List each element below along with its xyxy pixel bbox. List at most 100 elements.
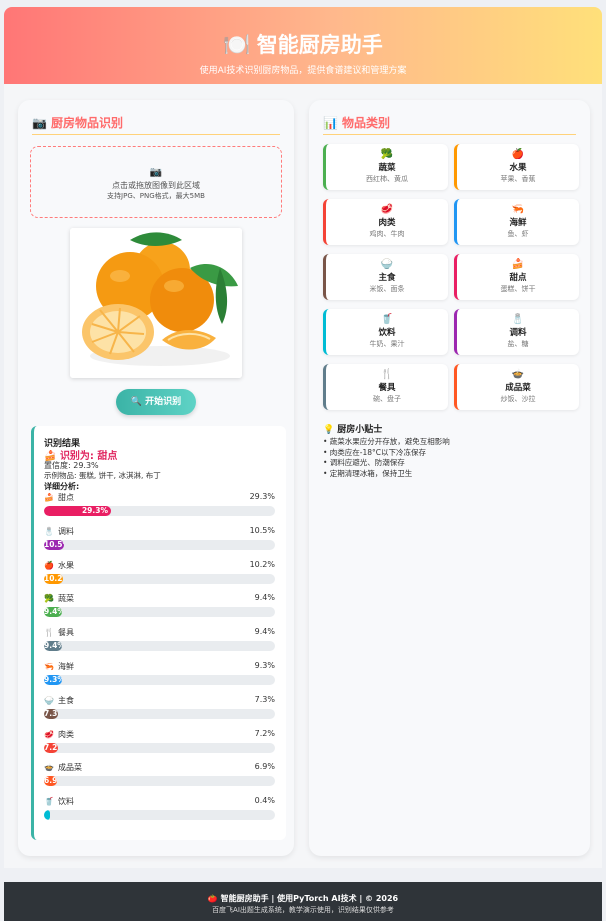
tips-title-text: 厨房小贴士 bbox=[337, 425, 383, 435]
category-icon: 🍚 bbox=[380, 259, 394, 270]
probability-bar-fill: 9.3% bbox=[44, 675, 62, 685]
categories-title-text: 物品类别 bbox=[341, 116, 390, 130]
category-examples: 碗、盘子 bbox=[373, 395, 401, 403]
upload-instruction: 点击或拖放图像到此区域 bbox=[112, 181, 200, 190]
category-examples: 苹果、香蕉 bbox=[500, 175, 536, 183]
probability-category-name: 饮料 bbox=[57, 797, 74, 807]
category-name: 餐具 bbox=[378, 383, 396, 393]
probability-category: 🥦 蔬菜 bbox=[44, 593, 74, 604]
probability-bar-fill: 6.9% bbox=[44, 776, 58, 787]
probability-bar-track: 10.5% bbox=[44, 539, 275, 550]
probability-bar-fill: 10.2% bbox=[44, 573, 64, 584]
category-icon: 🍰 bbox=[511, 259, 525, 270]
probability-row: 🍚主食 7.3% 7.3% bbox=[44, 695, 275, 723]
categories-title: 📊 物品类别 bbox=[323, 114, 576, 131]
probability-category-name: 调料 bbox=[57, 526, 74, 536]
category-icon: 🍎 bbox=[511, 149, 525, 160]
category-examples: 盐、糖 bbox=[507, 340, 529, 348]
category-card[interactable]: 🍲 成品菜炒饭、沙拉 bbox=[454, 364, 579, 410]
category-card[interactable]: 🥩 肉类 鸡肉、牛肉 bbox=[323, 199, 448, 245]
app-subtitle: 使用AI技术识别厨房物品，提供食谱建议和管理方案 bbox=[199, 66, 407, 76]
category-examples: 炒饭、沙拉 bbox=[500, 395, 536, 403]
probability-category: 🍴 餐具 bbox=[44, 627, 74, 638]
category-card[interactable]: 🍴 餐具碗、盘子 bbox=[323, 364, 448, 410]
category-examples: 牛奶、果汁 bbox=[369, 340, 405, 348]
recognition-panel: 📷厨房物品识别 📷 点击或拖放图像到此区域 支持JPG、PNG格式，最大5MB bbox=[18, 100, 294, 856]
category-icon: 🍴 bbox=[44, 628, 54, 638]
category-icon: 🍰 bbox=[44, 493, 54, 502]
orange-photo bbox=[70, 228, 242, 378]
kitchen-tips: 💡 厨房小贴士 • 蔬菜水果应分开存放，避免互相影响 • 肉类应在-18°C以下冷… bbox=[323, 422, 578, 479]
probability-bar-fill: 29.3% bbox=[44, 506, 111, 516]
category-icon: 🥦 bbox=[44, 594, 54, 604]
category-name: 海鲜 bbox=[509, 218, 527, 228]
probability-category: 🍲 成品菜 bbox=[44, 762, 82, 773]
probability-bar-track: 6.9% bbox=[44, 776, 275, 787]
tip-item: • 调料应避光、防潮保存 bbox=[323, 458, 405, 467]
probability-bar-track bbox=[44, 810, 275, 821]
tips-title: 💡 厨房小贴士 bbox=[323, 422, 578, 435]
category-icon: 🍎 bbox=[44, 560, 54, 570]
category-card[interactable]: 🍎 水果 苹果、香蕉 bbox=[454, 144, 579, 190]
category-examples: 蛋糕、饼干 bbox=[500, 285, 536, 293]
probability-value: 10.5% bbox=[249, 525, 275, 535]
category-icon: 🧂 bbox=[511, 314, 525, 325]
probability-row: 🥦蔬菜 9.4% 9.4% bbox=[44, 593, 275, 621]
probability-bar-fill: 9.4% bbox=[44, 641, 62, 652]
recognition-title-text: 厨房物品识别 bbox=[50, 116, 123, 130]
probability-value: 7.2% bbox=[254, 728, 275, 738]
start-recognition-button[interactable]: 🔍 开始识别 bbox=[116, 389, 196, 415]
category-icon: 🦐 bbox=[44, 662, 54, 671]
probability-row: 🥩肉类 7.2% 7.2% bbox=[44, 729, 275, 757]
probability-category-name: 蔬菜 bbox=[57, 594, 74, 604]
category-icon: 🍲 bbox=[511, 369, 525, 380]
footer-credits: 🍅 智能厨房助手 | 使用PyTorch AI技术 | © 2026 bbox=[207, 894, 399, 903]
category-card[interactable]: 🧂 调料盐、糖 bbox=[454, 309, 579, 355]
probability-category: 🧂 调料 bbox=[44, 526, 74, 537]
probability-bar-track: 29.3% bbox=[44, 506, 275, 516]
category-examples: 米饭、面条 bbox=[369, 285, 405, 293]
uploaded-image-preview bbox=[70, 228, 242, 378]
probability-bar-fill: 7.3% bbox=[44, 708, 58, 719]
probability-value: 6.9% bbox=[254, 762, 275, 772]
category-examples: 西红柿、黄瓜 bbox=[366, 175, 408, 183]
probability-value: 9.4% bbox=[254, 593, 275, 603]
tip-item: • 蔬菜水果应分开存放，避免互相影响 bbox=[323, 437, 450, 446]
probability-bar-track: 7.3% bbox=[44, 708, 275, 719]
category-icon: 🥩 bbox=[44, 729, 54, 739]
category-card[interactable]: 🥦 蔬菜 西红柿、黄瓜 bbox=[323, 144, 448, 190]
category-icon: 🥩 bbox=[380, 204, 394, 215]
probability-value: 10.2% bbox=[249, 559, 275, 569]
probability-bar-fill: 10.5% bbox=[44, 539, 64, 550]
category-examples: 鸡肉、牛肉 bbox=[369, 230, 405, 238]
probability-category-name: 主食 bbox=[57, 695, 74, 705]
divider bbox=[323, 134, 576, 135]
probability-category-name: 成品菜 bbox=[57, 763, 82, 773]
category-name: 成品菜 bbox=[505, 383, 531, 393]
category-icon: 🍴 bbox=[380, 369, 394, 380]
details-label: 详细分析: bbox=[44, 482, 80, 491]
probability-value: 29.3% bbox=[249, 492, 275, 501]
upload-dropzone[interactable]: 📷 点击或拖放图像到此区域 支持JPG、PNG格式，最大5MB bbox=[30, 146, 282, 218]
probability-category-name: 肉类 bbox=[57, 729, 74, 739]
category-card[interactable]: 🍚 主食 米饭、面条 bbox=[323, 254, 448, 300]
category-card[interactable]: 🦐 海鲜 鱼、虾 bbox=[454, 199, 579, 245]
category-icon: 🍲 bbox=[44, 763, 54, 773]
probability-category-name: 海鲜 bbox=[57, 662, 74, 671]
category-name: 饮料 bbox=[378, 328, 396, 338]
probability-bar-track: 9.4% bbox=[44, 607, 275, 618]
upload-format-hint: 支持JPG、PNG格式，最大5MB bbox=[107, 192, 205, 200]
recognition-title: 📷 厨房物品识别 bbox=[32, 114, 280, 131]
category-name: 调料 bbox=[509, 328, 527, 338]
camera-icon: 📷 bbox=[149, 167, 163, 178]
probability-bar-track: 10.2% bbox=[44, 573, 275, 584]
probability-category: 🍚 主食 bbox=[44, 695, 74, 706]
probability-row: 🍎水果 10.2% 10.2% bbox=[44, 560, 275, 588]
camera-icon: 📷 bbox=[32, 116, 47, 130]
lightbulb-icon: 💡 bbox=[323, 425, 335, 435]
category-card[interactable]: 🍰 甜点 蛋糕、饼干 bbox=[454, 254, 579, 300]
category-card[interactable]: 🥤 饮料 牛奶、果汁 bbox=[323, 309, 448, 355]
probability-row: 🍰 甜点 29.3% 29.3% bbox=[44, 492, 275, 520]
tip-item: • 定期清理冰箱，保持卫生 bbox=[323, 468, 413, 478]
probability-category: 🍰 甜点 bbox=[44, 492, 74, 503]
